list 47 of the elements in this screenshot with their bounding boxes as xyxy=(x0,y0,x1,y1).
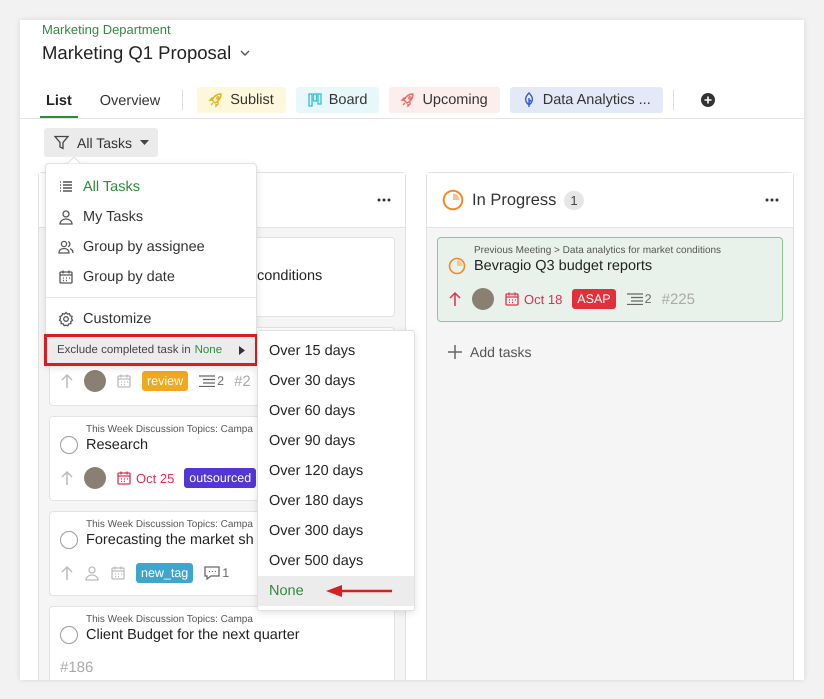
subtask-count: 2 xyxy=(217,374,224,388)
breadcrumb-link[interactable]: Marketing Department xyxy=(42,22,171,37)
menu-item[interactable]: Customize xyxy=(46,304,256,334)
task-path: This Week Discussion Topics: Campa xyxy=(86,424,253,436)
filter-button[interactable]: All Tasks xyxy=(44,128,158,157)
view-tab[interactable]: Board xyxy=(296,87,380,113)
task-path: This Week Discussion Topics: Campa xyxy=(86,614,253,626)
due-date[interactable]: Oct 25 xyxy=(136,470,174,486)
submenu-item[interactable]: Over 30 days xyxy=(269,373,356,389)
task-title: Forecasting the market sh xyxy=(86,532,254,548)
task-id: #225 xyxy=(662,290,695,308)
menu-item[interactable]: My Tasks xyxy=(46,202,256,232)
menu-item[interactable]: Group by date xyxy=(46,262,256,292)
task-path: This Week Discussion Topics: Campa xyxy=(86,519,253,531)
subtask-count: 2 xyxy=(644,292,652,306)
menu-item[interactable]: Exclude completed task in None xyxy=(45,335,257,365)
add-tasks-button[interactable]: Add tasks xyxy=(448,344,532,360)
task-count: 1 xyxy=(564,190,584,210)
view-tab[interactable]: Data Analytics ... xyxy=(510,87,663,113)
task-tag[interactable]: outsourced xyxy=(184,468,256,488)
task-title: Client Budget for the next quarter xyxy=(86,627,300,643)
project-title: Marketing Q1 Proposal xyxy=(42,42,232,64)
task-id: #186 xyxy=(60,659,94,676)
submenu-item[interactable]: Over 500 days xyxy=(269,553,364,569)
menu-item[interactable]: All Tasks xyxy=(46,172,256,202)
task-card[interactable]: Previous Meeting > Data analytics for market conditions Bevragio Q3 budget reports Oct 18 ASAP 2 #225 xyxy=(437,237,783,322)
submenu-item[interactable]: Over 60 days xyxy=(269,403,356,419)
view-tab[interactable]: Upcoming xyxy=(389,87,500,113)
due-date[interactable]: Oct 18 xyxy=(524,292,562,306)
task-card[interactable]: This Week Discussion Topics: Campa Client Budget for the next quarter #186 xyxy=(49,606,395,680)
submenu-item[interactable]: None xyxy=(269,583,304,599)
task-title: conditions xyxy=(257,268,322,284)
comment-count: 1 xyxy=(222,566,230,580)
submenu-item[interactable]: Over 90 days xyxy=(269,433,356,449)
view-tab[interactable]: Overview xyxy=(94,86,166,118)
submenu-item[interactable]: Over 120 days xyxy=(269,463,364,479)
view-tab[interactable]: Sublist xyxy=(197,87,286,113)
task-tag[interactable]: ASAP xyxy=(572,289,616,309)
menu-item[interactable]: Group by assignee xyxy=(46,232,256,262)
submenu-item[interactable]: Over 15 days xyxy=(269,343,356,359)
task-path: Previous Meeting > Data analytics for market conditions xyxy=(474,245,722,257)
task-title: Bevragio Q3 budget reports xyxy=(474,258,652,274)
submenu-item[interactable]: Over 300 days xyxy=(269,523,364,539)
view-tab[interactable]: List xyxy=(40,86,78,118)
task-title: Research xyxy=(86,437,148,453)
column-title: In Progress xyxy=(472,190,556,210)
task-id: #2 xyxy=(234,372,251,390)
